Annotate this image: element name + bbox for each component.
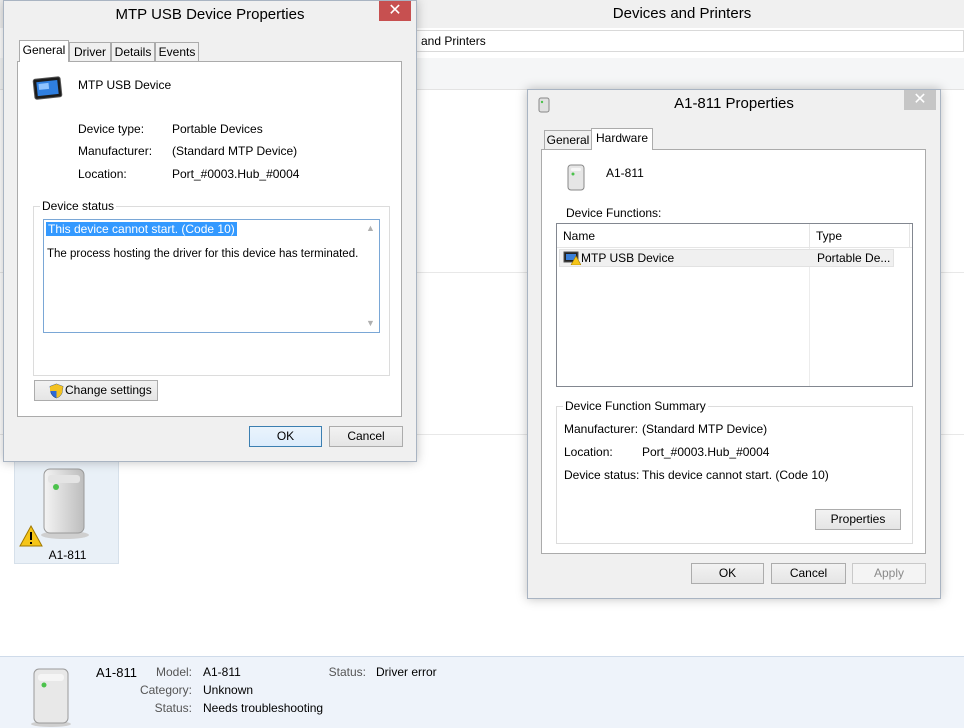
details-pane: A1-811 Model: A1-811 Category: Unknown S… <box>0 656 964 728</box>
ok-button[interactable]: OK <box>691 563 764 584</box>
summary-location-value: Port_#0003.Hub_#0004 <box>642 445 770 459</box>
device-status-group: Device status This device cannot start. … <box>33 199 390 376</box>
tab-hardware[interactable]: Hardware <box>591 128 653 150</box>
status-line-2: The process hosting the driver for this … <box>47 248 359 260</box>
ok-button[interactable]: OK <box>249 426 322 447</box>
scroll-up-icon[interactable]: ▲ <box>362 220 379 237</box>
tab-general[interactable]: General <box>544 130 592 150</box>
details-model-key: Model: <box>155 665 192 679</box>
list-header: Name Type <box>557 224 912 248</box>
column-divider <box>809 248 810 386</box>
device-tower-icon <box>31 668 71 727</box>
mtp-dialog-title: MTP USB Device Properties <box>115 6 305 23</box>
details-status2-value: Driver error <box>376 665 437 679</box>
change-settings-label: Change settings <box>65 383 152 397</box>
bg-window-title: Devices and Printers <box>612 5 752 22</box>
details-model-value: A1-811 <box>203 665 241 679</box>
cancel-button[interactable]: Cancel <box>771 563 846 584</box>
close-button[interactable]: ✕ <box>904 90 936 110</box>
row-type: Portable De... <box>817 251 891 265</box>
manufacturer-key: Manufacturer: <box>78 144 153 158</box>
function-properties-button[interactable]: Properties <box>815 509 901 530</box>
cancel-button[interactable]: Cancel <box>329 426 403 447</box>
location-value: Port_#0003.Hub_#0004 <box>172 167 300 181</box>
device-type-value: Portable Devices <box>172 122 263 136</box>
uac-shield-icon <box>49 383 64 399</box>
details-category-value: Unknown <box>203 683 254 697</box>
device-type-key: Device type: <box>78 122 145 136</box>
a1-hardware-panel: A1-811 Device Functions: Name Type MTP U… <box>541 149 926 554</box>
a1-device-name: A1-811 <box>606 166 644 180</box>
tab-details[interactable]: Details <box>111 42 155 62</box>
status-scrollbar[interactable]: ▲ ▼ <box>362 220 379 332</box>
device-tile-a1-811[interactable]: A1-811 <box>14 458 119 564</box>
summary-group-label: Device Function Summary <box>563 399 708 413</box>
manufacturer-value: (Standard MTP Device) <box>172 144 298 158</box>
device-functions-label: Device Functions: <box>566 206 662 220</box>
a1-dialog-title: A1-811 Properties <box>674 95 794 112</box>
device-tower-icon <box>567 164 585 191</box>
device-function-summary-group: Device Function Summary Manufacturer: (S… <box>556 399 913 544</box>
details-status2-key: Status: <box>328 665 366 679</box>
close-button[interactable]: ✕ <box>379 1 411 21</box>
mtp-general-panel: MTP USB Device Device type: Portable Dev… <box>17 61 402 417</box>
warning-icon <box>19 525 43 547</box>
device-status-label: Device status <box>40 199 117 213</box>
column-header-name[interactable]: Name <box>557 224 810 248</box>
device-status-textbox[interactable]: This device cannot start. (Code 10) The … <box>43 219 380 333</box>
change-settings-button[interactable]: Change settings <box>34 380 158 401</box>
summary-location-key: Location: <box>564 445 613 459</box>
tab-driver[interactable]: Driver <box>69 42 111 62</box>
details-status-key: Status: <box>154 701 192 715</box>
mtp-usb-device-properties-dialog: MTP USB Device Properties ✕ General Driv… <box>3 0 417 462</box>
summary-manufacturer-value: (Standard MTP Device) <box>642 422 768 436</box>
a1-811-properties-dialog: A1-811 Properties ✕ General Hardware A1-… <box>527 89 941 599</box>
summary-status-key: Device status: <box>564 468 640 482</box>
row-name: MTP USB Device <box>581 251 675 265</box>
device-tile-label: A1-811 <box>48 548 87 562</box>
tab-events[interactable]: Events <box>155 42 199 62</box>
column-header-type[interactable]: Type <box>810 224 910 248</box>
address-bar[interactable]: and Printers <box>410 30 964 52</box>
details-category-key: Category: <box>139 683 192 697</box>
mtp-device-warning-icon <box>563 251 581 265</box>
details-status-value: Needs troubleshooting <box>203 701 324 715</box>
details-device-name: A1-811 <box>96 665 137 680</box>
apply-button[interactable]: Apply <box>852 563 926 584</box>
device-tower-icon <box>41 468 89 539</box>
mtp-device-name: MTP USB Device <box>78 78 172 92</box>
table-row[interactable]: MTP USB Device Portable De... <box>559 249 894 267</box>
location-key: Location: <box>78 167 127 181</box>
summary-status-value: This device cannot start. (Code 10) <box>642 468 829 482</box>
scroll-down-icon[interactable]: ▼ <box>362 315 379 332</box>
tab-general[interactable]: General <box>19 40 69 62</box>
device-functions-list[interactable]: Name Type MTP USB Device Portable De... <box>556 223 913 387</box>
mtp-device-icon <box>32 76 63 100</box>
summary-manufacturer-key: Manufacturer: <box>564 422 639 436</box>
status-line-1: This device cannot start. (Code 10) <box>46 222 237 236</box>
